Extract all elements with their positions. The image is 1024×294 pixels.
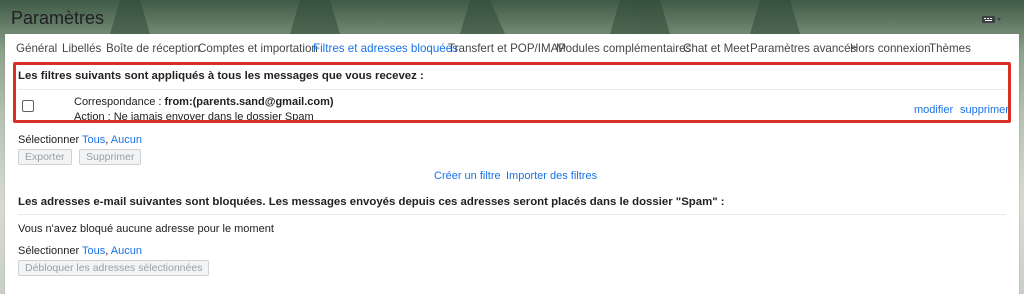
export-button[interactable]: Exporter	[18, 149, 72, 165]
tab-accounts[interactable]: Comptes et importation	[198, 42, 318, 55]
import-filters-link[interactable]: Importer des filtres	[506, 170, 597, 182]
tab-chat-meet[interactable]: Chat et Meet	[683, 42, 749, 55]
select-all-link[interactable]: Tous	[82, 134, 105, 146]
input-tools-toggle[interactable]	[982, 14, 1002, 24]
settings-tabs: Général Libellés Boîte de réception Comp…	[5, 39, 1019, 59]
blocked-heading: Les adresses e-mail suivantes sont bloqu…	[18, 196, 725, 208]
unblock-button[interactable]: Débloquer les adresses sélectionnées	[18, 260, 210, 276]
select-separator: ,	[105, 134, 109, 146]
keyboard-icon	[982, 16, 1001, 23]
select-none-link[interactable]: Aucun	[111, 245, 142, 257]
settings-panel: Général Libellés Boîte de réception Comp…	[5, 34, 1019, 294]
filters-select-line: Sélectionner Tous, Aucun	[18, 134, 142, 146]
select-separator: ,	[105, 245, 109, 257]
tab-addons[interactable]: Modules complémentaires	[556, 42, 691, 55]
tab-inbox[interactable]: Boîte de réception	[106, 42, 200, 55]
blocked-select-line: Sélectionner Tous, Aucun	[18, 245, 142, 257]
blocked-empty-message: Vous n'avez bloqué aucune adresse pour l…	[18, 223, 274, 235]
tab-forwarding-pop-imap[interactable]: Transfert et POP/IMAP	[448, 42, 566, 55]
select-label: Sélectionner	[18, 245, 80, 257]
tab-general[interactable]: Général	[16, 42, 57, 55]
select-all-link[interactable]: Tous	[82, 245, 105, 257]
create-filter-link[interactable]: Créer un filtre	[434, 170, 501, 182]
tab-filters-blocked[interactable]: Filtres et adresses bloquées	[313, 42, 458, 55]
select-label: Sélectionner	[18, 134, 80, 146]
highlight-box	[13, 62, 1011, 123]
tab-offline[interactable]: Hors connexion	[850, 42, 931, 55]
tab-themes[interactable]: Thèmes	[929, 42, 971, 55]
tab-advanced[interactable]: Paramètres avancés	[750, 42, 856, 55]
blocked-divider	[18, 214, 1006, 215]
select-none-link[interactable]: Aucun	[111, 134, 142, 146]
tab-labels[interactable]: Libellés	[62, 42, 101, 55]
settings-title: Paramètres	[11, 8, 105, 28]
delete-button[interactable]: Supprimer	[79, 149, 142, 165]
